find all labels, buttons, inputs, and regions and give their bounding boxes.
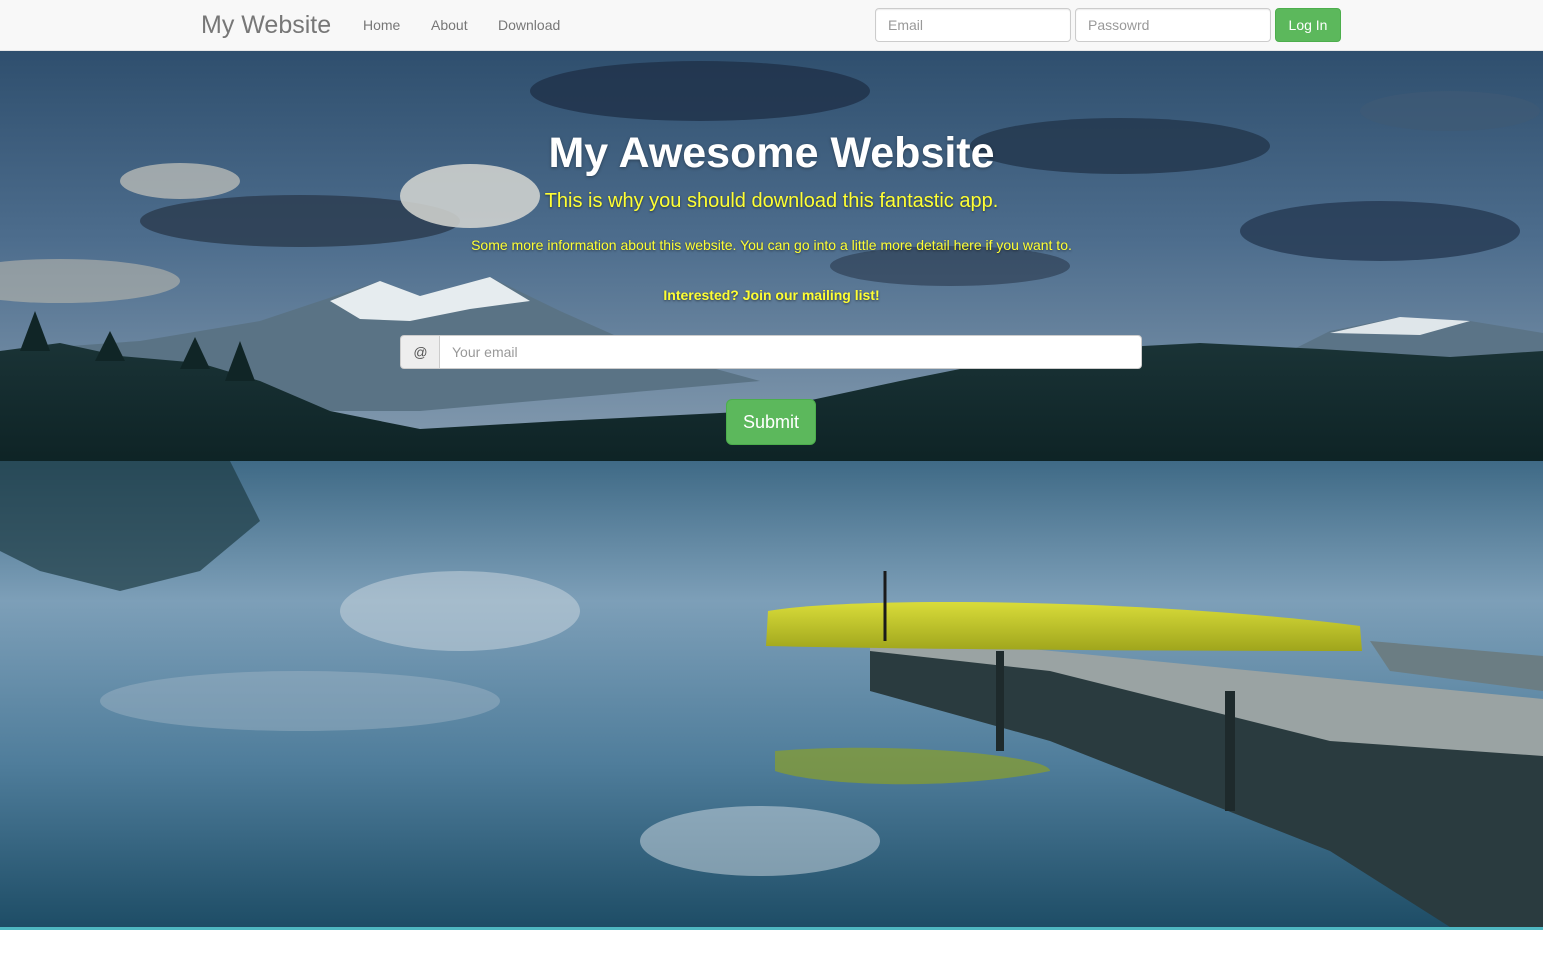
nav-link-download[interactable]: Download	[498, 17, 560, 33]
submit-button[interactable]: Submit	[726, 399, 816, 445]
navbar: My Website Home About Download Log In	[0, 0, 1543, 51]
nav-link-home[interactable]: Home	[363, 17, 400, 33]
at-sign-addon: @	[400, 335, 440, 369]
mailing-list-prompt: Interested? Join our mailing list!	[663, 287, 880, 303]
hero-title: My Awesome Website	[548, 129, 995, 177]
hero-subtitle: This is why you should download this fan…	[544, 190, 999, 212]
hero-section: My Awesome Website This is why you shoul…	[0, 51, 1543, 927]
brand-logo-text[interactable]: My Website	[201, 10, 331, 40]
login-email-input[interactable]	[875, 8, 1071, 42]
hero-info-text: Some more information about this website…	[471, 237, 1072, 253]
hero-background-landscape	[0, 51, 1543, 927]
login-password-input[interactable]	[1075, 8, 1271, 42]
login-button[interactable]: Log In	[1275, 8, 1341, 42]
mailing-list-email-input[interactable]	[439, 335, 1142, 369]
footer-divider	[0, 927, 1543, 930]
nav-link-about[interactable]: About	[431, 17, 468, 33]
